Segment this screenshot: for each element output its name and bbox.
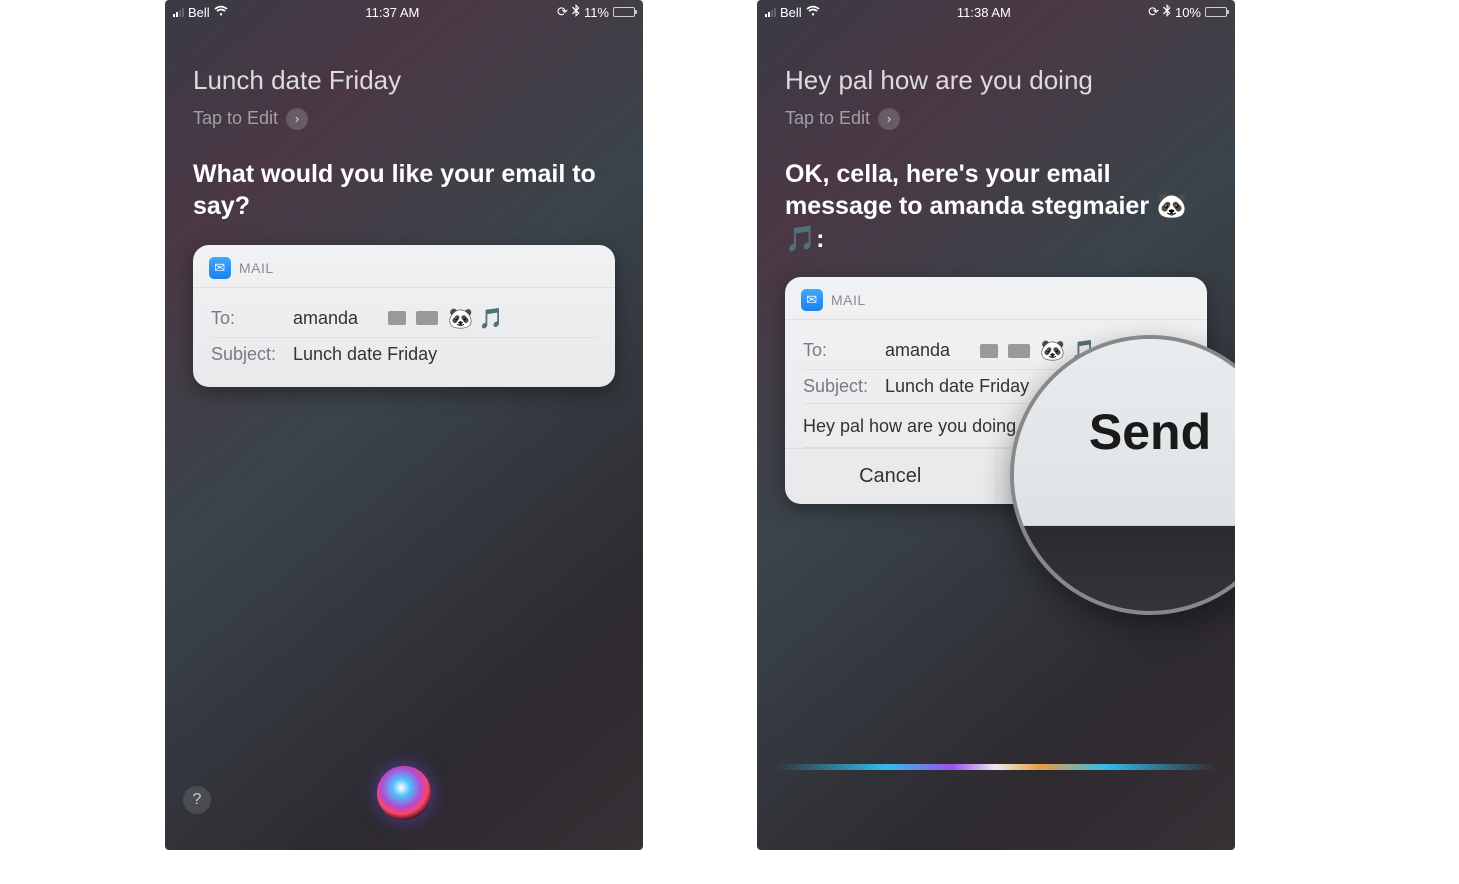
bluetooth-icon — [572, 4, 580, 20]
question-icon: ? — [193, 791, 202, 809]
phone-screen-right: Bell 11:38 AM ⟳ 10% Hey pal how are you … — [757, 0, 1235, 850]
to-label: To: — [211, 308, 283, 329]
battery-percent: 10% — [1175, 5, 1201, 20]
tap-to-edit-button[interactable]: Tap to Edit › — [193, 108, 615, 130]
subject-label: Subject: — [211, 344, 283, 365]
zoom-callout: Send — [1010, 335, 1235, 615]
mail-to-row: To: amanda xx xx 🐼 🎵 — [211, 300, 597, 338]
zoom-background — [1014, 526, 1235, 611]
status-bar: Bell 11:37 AM ⟳ 11% — [165, 0, 643, 24]
clock: 11:37 AM — [365, 5, 419, 20]
wifi-icon — [806, 5, 820, 19]
tap-to-edit-label: Tap to Edit — [193, 108, 278, 129]
signal-icon — [765, 7, 776, 17]
to-value: amanda — [293, 308, 358, 329]
battery-icon — [1205, 7, 1227, 17]
carrier-label: Bell — [780, 5, 802, 20]
chevron-right-icon: › — [286, 108, 308, 130]
siri-response-text: What would you like your email to say? — [193, 158, 615, 223]
mail-app-icon: ✉ — [209, 257, 231, 279]
bluetooth-icon — [1163, 4, 1171, 20]
chevron-right-icon: › — [878, 108, 900, 130]
siri-response-text: OK, cella, here's your email message to … — [785, 158, 1207, 256]
carrier-label: Bell — [188, 5, 210, 20]
redacted-text: xx — [980, 344, 998, 358]
user-transcript: Lunch date Friday — [193, 64, 615, 98]
mail-app-label: MAIL — [831, 292, 866, 308]
to-value: amanda — [885, 340, 950, 361]
lock-rotation-icon: ⟳ — [1148, 4, 1159, 20]
mail-card[interactable]: ✉ MAIL To: amanda xx xx 🐼 🎵 Subject: Lun… — [193, 245, 615, 387]
redacted-text: xx — [416, 311, 438, 325]
tap-to-edit-button[interactable]: Tap to Edit › — [785, 108, 1207, 130]
to-label: To: — [803, 340, 875, 361]
lock-rotation-icon: ⟳ — [557, 4, 568, 20]
mail-app-icon: ✉ — [801, 289, 823, 311]
siri-waveform-icon — [777, 764, 1215, 770]
tap-to-edit-label: Tap to Edit — [785, 108, 870, 129]
mail-subject-row: Subject: Lunch date Friday — [211, 338, 597, 371]
subject-value: Lunch date Friday — [885, 376, 1029, 397]
clock: 11:38 AM — [957, 5, 1011, 20]
send-label: Send — [1089, 403, 1211, 461]
battery-percent: 11% — [584, 5, 609, 20]
cancel-button[interactable]: Cancel — [785, 448, 996, 504]
user-transcript: Hey pal how are you doing — [785, 64, 1207, 98]
send-button-zoomed[interactable]: Send — [1014, 339, 1235, 526]
subject-label: Subject: — [803, 376, 875, 397]
mail-app-label: MAIL — [239, 260, 274, 276]
subject-value: Lunch date Friday — [293, 344, 437, 365]
signal-icon — [173, 7, 184, 17]
wifi-icon — [214, 5, 228, 19]
contact-emoji: 🐼 🎵 — [448, 306, 503, 331]
redacted-text: xx — [388, 311, 406, 325]
phone-screen-left: Bell 11:37 AM ⟳ 11% Lunch date Friday Ta… — [165, 0, 643, 850]
help-button[interactable]: ? — [183, 786, 211, 814]
siri-orb-icon[interactable] — [377, 766, 431, 820]
battery-icon — [613, 7, 635, 17]
status-bar: Bell 11:38 AM ⟳ 10% — [757, 0, 1235, 24]
